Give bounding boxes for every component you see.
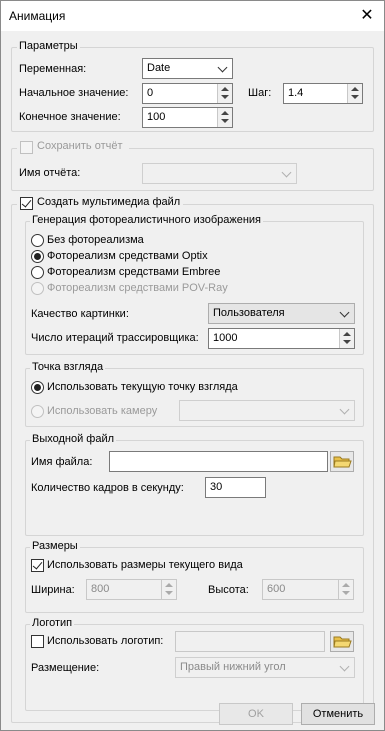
end-label: Конечное значение: bbox=[19, 111, 121, 123]
spin-up-icon[interactable] bbox=[221, 87, 229, 91]
variable-select[interactable]: Date bbox=[142, 58, 233, 79]
dialog-body: Параметры Переменная: Date Начальное зна… bbox=[1, 31, 384, 730]
optix-label: Фотореализм средствами Optix bbox=[47, 250, 208, 262]
report-name-label: Имя отчёта: bbox=[19, 167, 81, 179]
use-camera-label: Использовать камеру bbox=[47, 405, 158, 417]
quality-label: Качество картинки: bbox=[31, 308, 129, 320]
spin-down-icon[interactable] bbox=[165, 591, 173, 595]
end-value: 100 bbox=[147, 111, 166, 123]
photo-legend: Генерация фотореалистичного изображения bbox=[30, 214, 264, 226]
placement-label: Размещение: bbox=[31, 662, 100, 674]
folder-icon bbox=[333, 636, 352, 648]
window-title: Анимация bbox=[9, 9, 66, 23]
use-logo-label: Использовать логотип: bbox=[47, 635, 164, 647]
start-spinner[interactable] bbox=[217, 84, 232, 103]
checkmark-icon bbox=[32, 559, 43, 570]
save-report-label: Сохранить отчёт bbox=[37, 140, 123, 152]
width-spinner[interactable] bbox=[161, 580, 176, 599]
start-label: Начальное значение: bbox=[19, 87, 129, 99]
spin-up-icon[interactable] bbox=[343, 332, 351, 336]
use-camera-radio[interactable] bbox=[31, 405, 44, 418]
optix-radio[interactable] bbox=[31, 250, 44, 263]
width-label: Ширина: bbox=[31, 584, 75, 596]
multimedia-legend: Создать мультимедиа файл bbox=[17, 196, 183, 210]
height-spinner[interactable] bbox=[338, 580, 353, 599]
chevron-down-icon bbox=[281, 167, 292, 178]
quality-select[interactable]: Пользователя bbox=[208, 303, 355, 324]
radio-dot-icon bbox=[34, 253, 41, 260]
embree-radio[interactable] bbox=[31, 266, 44, 279]
povray-radio[interactable] bbox=[31, 282, 44, 295]
fps-value: 30 bbox=[210, 481, 223, 493]
current-view-label: Использовать текущую точку взгляда bbox=[47, 381, 238, 393]
viewpoint-legend: Точка взгляда bbox=[30, 361, 106, 373]
placement-value: Правый нижний угол bbox=[180, 661, 286, 673]
folder-icon bbox=[333, 456, 352, 468]
filename-input[interactable] bbox=[109, 451, 328, 472]
spin-down-icon[interactable] bbox=[221, 95, 229, 99]
step-label: Шаг: bbox=[248, 87, 272, 99]
fps-input[interactable]: 30 bbox=[205, 477, 266, 498]
variable-value: Date bbox=[147, 62, 171, 74]
title-bar: Анимация ✕ bbox=[1, 1, 384, 31]
embree-label: Фотореализм средствами Embree bbox=[47, 266, 221, 278]
spin-down-icon[interactable] bbox=[342, 591, 350, 595]
step-spinner[interactable] bbox=[347, 84, 362, 103]
logo-file-input[interactable] bbox=[175, 631, 325, 652]
iterations-value: 1000 bbox=[213, 332, 238, 344]
size-legend: Размеры bbox=[30, 540, 80, 552]
iterations-spinner[interactable] bbox=[339, 329, 354, 348]
fps-label: Количество кадров в секунду: bbox=[31, 482, 184, 494]
params-legend: Параметры bbox=[17, 40, 80, 52]
spin-down-icon[interactable] bbox=[351, 95, 359, 99]
output-legend: Выходной файл bbox=[30, 433, 117, 445]
end-spinner[interactable] bbox=[217, 108, 232, 127]
iterations-label: Число итераций трассировщика: bbox=[31, 332, 199, 344]
logo-legend: Логотип bbox=[30, 617, 75, 629]
height-value: 600 bbox=[267, 583, 286, 595]
spin-down-icon[interactable] bbox=[343, 340, 351, 344]
report-name-select[interactable] bbox=[142, 163, 297, 184]
no-photo-radio[interactable] bbox=[31, 234, 44, 247]
chevron-down-icon bbox=[339, 661, 350, 672]
ok-button[interactable]: OK bbox=[219, 703, 293, 725]
height-label: Высота: bbox=[208, 584, 249, 596]
use-current-size-checkbox[interactable] bbox=[31, 559, 44, 572]
camera-select[interactable] bbox=[179, 400, 355, 421]
placement-select[interactable]: Правый нижний угол bbox=[175, 657, 355, 678]
chevron-down-icon bbox=[217, 62, 228, 73]
radio-dot-icon bbox=[34, 384, 41, 391]
start-value: 0 bbox=[147, 87, 154, 99]
spin-up-icon[interactable] bbox=[342, 583, 350, 587]
no-photo-label: Без фотореализма bbox=[47, 234, 144, 246]
quality-value: Пользователя bbox=[213, 307, 285, 319]
create-multimedia-checkbox[interactable] bbox=[20, 197, 33, 210]
use-current-size-label: Использовать размеры текущего вида bbox=[47, 559, 243, 571]
save-report-checkbox[interactable] bbox=[20, 141, 33, 154]
spin-up-icon[interactable] bbox=[165, 583, 173, 587]
current-view-radio[interactable] bbox=[31, 381, 44, 394]
use-logo-checkbox[interactable] bbox=[31, 635, 44, 648]
spin-up-icon[interactable] bbox=[221, 111, 229, 115]
variable-label: Переменная: bbox=[19, 63, 87, 75]
width-value: 800 bbox=[91, 583, 110, 595]
chevron-down-icon bbox=[339, 404, 350, 415]
animation-dialog: Анимация ✕ Параметры Переменная: Date На… bbox=[0, 0, 385, 731]
spin-down-icon[interactable] bbox=[221, 119, 229, 123]
iterations-input[interactable]: 1000 bbox=[208, 328, 355, 349]
browse-file-button[interactable] bbox=[330, 451, 354, 472]
cancel-button[interactable]: Отменить bbox=[301, 703, 375, 725]
create-multimedia-label: Создать мультимедиа файл bbox=[37, 196, 181, 208]
chevron-down-icon bbox=[339, 307, 350, 318]
povray-label: Фотореализм средствами POV-Ray bbox=[47, 282, 228, 294]
filename-label: Имя файла: bbox=[31, 456, 93, 468]
close-icon[interactable]: ✕ bbox=[353, 5, 381, 27]
spin-up-icon[interactable] bbox=[351, 87, 359, 91]
browse-logo-button[interactable] bbox=[330, 631, 354, 652]
step-value: 1.4 bbox=[288, 87, 304, 99]
report-legend: Сохранить отчёт bbox=[17, 140, 129, 154]
checkmark-icon bbox=[21, 197, 32, 208]
